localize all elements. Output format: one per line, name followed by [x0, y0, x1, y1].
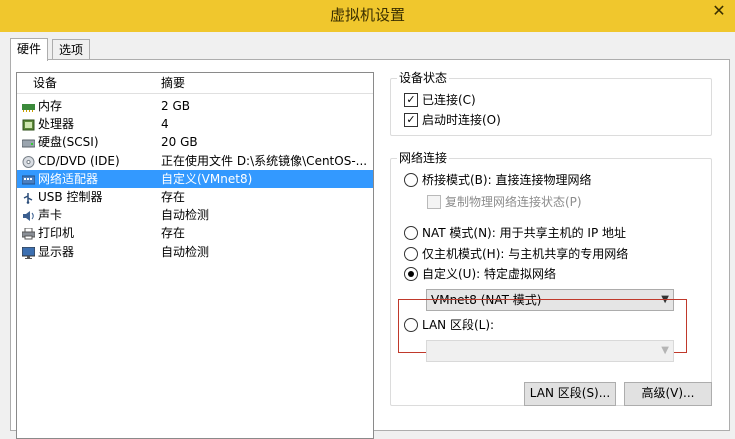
table-row[interactable]: 处理器 4 [17, 115, 373, 133]
device-name: 硬盘(SCSI) [38, 135, 99, 150]
device-summary: 存在 [161, 226, 186, 241]
table-row[interactable]: 声卡 自动检测 [17, 206, 373, 224]
connect-at-power-on-label: 启动时连接(O) [422, 113, 501, 127]
network-adapter-icon [21, 173, 36, 185]
checkbox-disabled-icon[interactable] [427, 195, 441, 209]
table-row[interactable]: USB 控制器 存在 [17, 188, 373, 206]
device-name: 网络适配器 [38, 171, 99, 186]
memory-icon [22, 100, 35, 112]
radio-off-icon[interactable] [404, 173, 418, 187]
table-row[interactable]: 内存 2 GB [17, 97, 373, 115]
sound-card-icon [22, 209, 35, 222]
device-summary: 自定义(VMnet8) [161, 171, 253, 186]
device-summary: 正在使用文件 D:\系统镜像\CentOS-... [161, 153, 368, 168]
device-name: 声卡 [38, 208, 63, 223]
checkbox-checked-icon[interactable]: ✓ [404, 93, 418, 107]
radio-selected-icon[interactable] [404, 267, 418, 281]
device-summary: 存在 [161, 190, 186, 204]
table-row[interactable]: 硬盘(SCSI) 20 GB [17, 133, 373, 151]
table-row[interactable]: 网络适配器 自定义(VMnet8) [17, 169, 373, 188]
dialog-body: 硬件 选项 设备 摘要 内存 2 GB 处理器 4 硬盘(SCSI) 20 GB CD/DV… [0, 32, 735, 439]
window-title: 虚拟机设置 [329, 6, 405, 24]
device-summary: 2 GB [161, 99, 190, 113]
device-list-header: 设备 摘要 [17, 73, 373, 94]
device-summary: 自动检测 [161, 208, 210, 223]
device-summary: 自动检测 [161, 244, 210, 259]
radio-off-icon[interactable] [404, 247, 418, 261]
device-summary: 20 GB [161, 135, 198, 150]
printer-icon [21, 227, 36, 240]
close-icon[interactable]: ✕ [703, 0, 735, 24]
display-icon [21, 246, 36, 259]
radio-off-icon[interactable] [404, 318, 418, 332]
table-row[interactable]: 显示器 自动检测 [17, 243, 373, 261]
advanced-button[interactable]: 高级(V)... [624, 382, 712, 406]
connected-label: 已连接(C) [422, 93, 476, 107]
lan-segment-select[interactable]: ▼ [426, 340, 674, 362]
device-name: 打印机 [38, 226, 75, 241]
device-summary: 4 [161, 117, 169, 132]
device-name: 显示器 [38, 244, 75, 259]
table-row[interactable]: CD/DVD (IDE) 正在使用文件 D:\系统镜像\CentOS-... [17, 152, 373, 170]
nat-label: NAT 模式(N): 用于共享主机的 IP 地址 [422, 226, 627, 240]
radio-off-icon[interactable] [404, 226, 418, 240]
usb-icon [22, 191, 35, 204]
device-name: 内存 [38, 99, 63, 113]
chevron-down-icon[interactable]: ▼ [661, 341, 669, 361]
device-name: 处理器 [38, 117, 75, 132]
lan-segments-button[interactable]: LAN 区段(S)... [524, 382, 616, 406]
tab-hardware[interactable]: 硬件 [10, 38, 49, 61]
processor-icon [22, 118, 35, 131]
cd-dvd-icon [22, 155, 35, 168]
host-only-label: 仅主机模式(H): 与主机共享的专用网络 [422, 247, 629, 261]
device-list[interactable]: 设备 摘要 内存 2 GB 处理器 4 硬盘(SCSI) 20 GB CD/DVD (IDE… [16, 72, 374, 439]
checkbox-checked-icon[interactable]: ✓ [404, 113, 418, 127]
table-row[interactable]: 打印机 存在 [17, 224, 373, 242]
device-status-legend: 设备状态 [397, 70, 450, 86]
lan-segment-label: LAN 区段(L): [422, 318, 495, 332]
device-name: CD/DVD (IDE) [38, 153, 120, 168]
bridged-label: 桥接模式(B): 直接连接物理网络 [422, 173, 592, 187]
replicate-state-label: 复制物理网络连接状态(P) [445, 195, 582, 209]
hard-disk-icon [21, 136, 36, 148]
network-connection-legend: 网络连接 [397, 150, 450, 166]
tab-options[interactable]: 选项 [52, 39, 91, 61]
custom-label: 自定义(U): 特定虚拟网络 [422, 267, 557, 281]
title-bar[interactable]: 虚拟机设置 ✕ [0, 0, 735, 32]
device-name: USB 控制器 [38, 190, 103, 204]
column-header-summary[interactable]: 摘要 [161, 73, 185, 93]
column-header-device[interactable]: 设备 [33, 73, 57, 93]
